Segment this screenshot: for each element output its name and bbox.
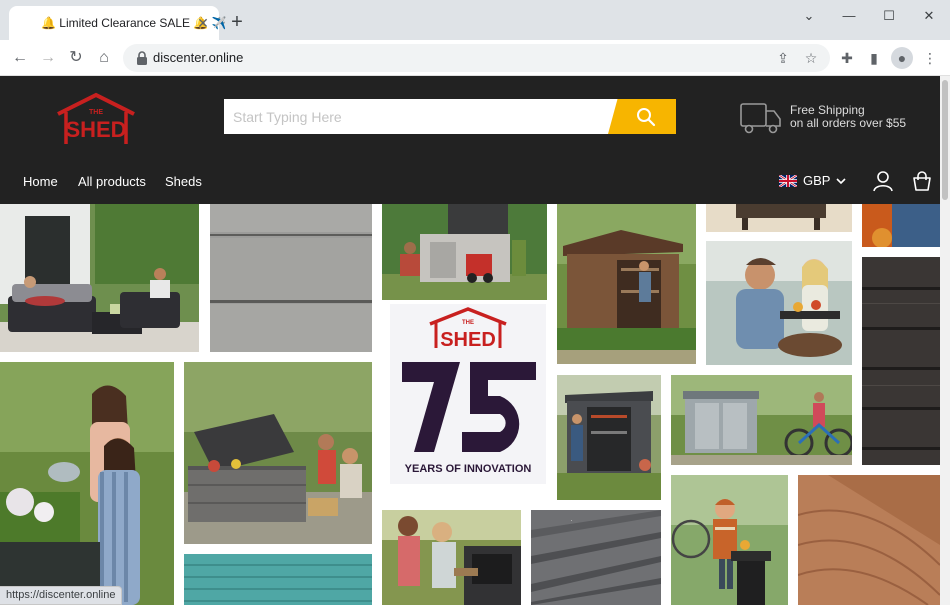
user-account-icon[interactable] <box>872 170 894 192</box>
teal-rattan-texture[interactable] <box>184 554 372 605</box>
chevron-down-icon <box>836 177 847 184</box>
currency-label: GBP <box>803 173 831 188</box>
deck-storage-box-image[interactable] <box>184 362 372 544</box>
menu-icon[interactable]: ⋮ <box>919 47 941 69</box>
uk-flag-icon <box>779 174 797 187</box>
currency-selector[interactable]: GBP <box>779 173 847 188</box>
logo-big-text: SHED <box>65 117 126 142</box>
garden-tool-shed-image[interactable] <box>557 375 661 500</box>
truck-icon <box>740 103 781 134</box>
page-scrollbar[interactable] <box>940 76 950 605</box>
grey-decking-texture[interactable] <box>531 510 661 605</box>
brown-wooden-shed-image[interactable] <box>557 204 696 364</box>
family-patio-image[interactable] <box>706 241 852 365</box>
chevron-down-icon[interactable]: ⌄ <box>794 6 824 26</box>
search-icon <box>637 107 656 126</box>
grey-panel-texture[interactable] <box>210 204 372 352</box>
minimize-icon[interactable]: — <box>834 6 864 26</box>
forward-icon[interactable]: → <box>37 47 59 69</box>
banner-tagline: YEARS OF INNOVATION <box>405 463 532 475</box>
url-text: discenter.online <box>153 50 244 65</box>
bench-image[interactable] <box>706 204 852 232</box>
nav-all-products[interactable]: All products <box>78 174 146 189</box>
outdoor-cooking-image[interactable] <box>382 510 521 605</box>
nav-home[interactable]: Home <box>23 174 58 189</box>
logo-small-text: THE <box>89 109 103 116</box>
close-tab-icon[interactable]: ✕ <box>195 15 211 31</box>
dark-slat-texture[interactable] <box>862 257 940 465</box>
shipping-line-2: on all orders over $55 <box>790 116 907 130</box>
site-header: THE SHED Free Shipping on all orders ove… <box>0 76 940 204</box>
patio-furniture-image[interactable] <box>0 204 199 352</box>
boy-cooler-table-image[interactable] <box>671 475 788 605</box>
browser-tab[interactable]: 🔔 Limited Clearance SALE 🔔 ✈️ ✕ <box>9 6 227 40</box>
nav-sheds[interactable]: Sheds <box>165 174 202 189</box>
free-shipping: Free Shipping on all orders over $55 <box>740 102 906 139</box>
banner-logo-big-text: SHED <box>440 329 496 351</box>
address-bar[interactable]: discenter.online ⇪ ☆ <box>123 44 830 72</box>
lock-icon <box>137 51 147 65</box>
status-bar: https://discenter.online <box>0 586 123 605</box>
scrollbar-thumb[interactable] <box>942 80 948 200</box>
search-bar <box>224 99 676 134</box>
banner-logo-small-text: THE <box>462 320 474 326</box>
shed-logo[interactable]: THE SHED <box>54 92 138 146</box>
search-button[interactable] <box>608 99 676 134</box>
reload-icon[interactable]: ↻ <box>65 47 87 69</box>
new-tab-icon[interactable]: + <box>226 11 248 33</box>
back-icon[interactable]: ← <box>9 47 31 69</box>
star-icon[interactable]: ☆ <box>801 48 821 68</box>
maximize-icon[interactable]: ☐ <box>874 6 904 26</box>
horizontal-storage-shed-image[interactable] <box>671 375 852 465</box>
orange-detail-image[interactable] <box>862 204 940 247</box>
shopping-cart-icon[interactable] <box>911 170 933 192</box>
girls-gardening-image[interactable] <box>0 362 174 605</box>
search-input[interactable] <box>224 99 624 134</box>
home-icon[interactable]: ⌂ <box>93 47 115 69</box>
storage-shed-mower-image[interactable] <box>382 204 547 300</box>
profile-icon[interactable]: ● <box>891 47 913 69</box>
75-years-banner[interactable]: THE SHED YEARS OF INNOVATION <box>390 304 546 484</box>
side-panel-icon[interactable]: ▮ <box>863 47 885 69</box>
extensions-icon[interactable]: ✚ <box>836 47 858 69</box>
hero-collage: THE SHED YEARS OF INNOVATION <box>0 204 940 605</box>
close-window-icon[interactable]: ✕ <box>914 6 944 26</box>
wood-grain-texture[interactable] <box>798 475 940 605</box>
browser-toolbar: ← → ↻ ⌂ discenter.online ⇪ ☆ ✚ ▮ ● ⋮ <box>0 40 950 76</box>
browser-tabstrip: 🔔 Limited Clearance SALE 🔔 ✈️ ✕ + ⌄ — ☐ … <box>0 0 950 40</box>
share-icon[interactable]: ⇪ <box>773 48 793 68</box>
